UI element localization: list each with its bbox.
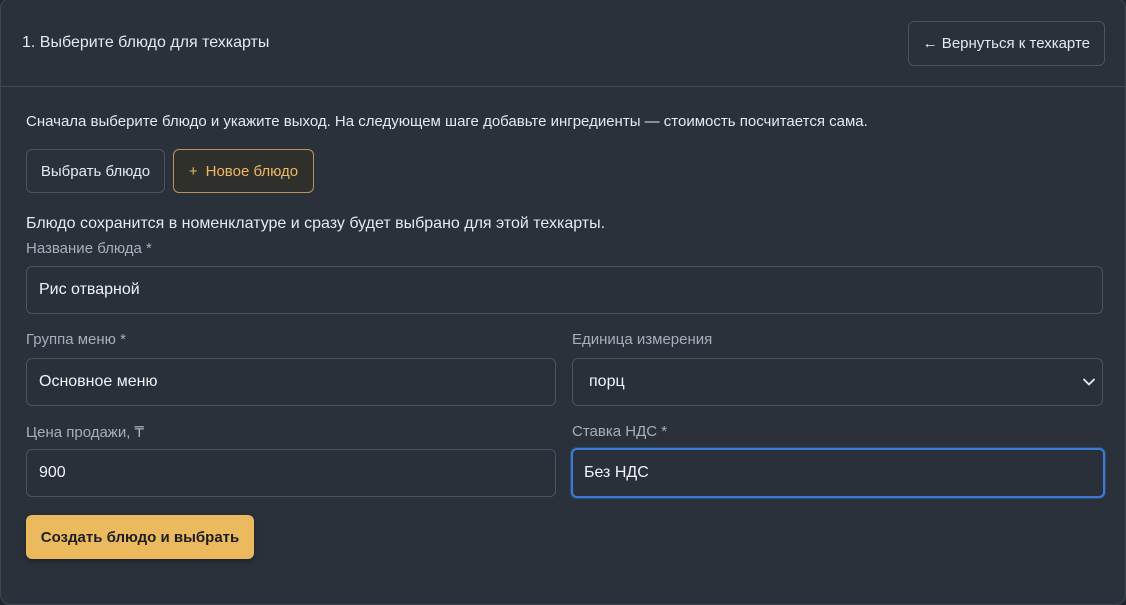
dish-card: 1. Выберите блюдо для техкарты ← Вернуть… (0, 0, 1126, 605)
create-dish-button[interactable]: Создать блюдо и выбрать (26, 515, 254, 559)
back-to-techcard-button[interactable]: ← Вернуться к техкарте (907, 21, 1105, 66)
dish-name-input[interactable]: Рис отварной (26, 266, 1103, 314)
new-dish-label: Новое блюдо (205, 162, 299, 180)
card-header: 1. Выберите блюдо для техкарты ← Вернуть… (1, 0, 1125, 87)
unit-select[interactable]: порц (572, 358, 1103, 406)
step-title: 1. Выберите блюдо для техкарты (22, 34, 270, 51)
plus-icon: + (188, 162, 198, 180)
unit-label: Единица измерения (572, 331, 713, 348)
vat-input[interactable]: Без НДС (571, 448, 1105, 498)
price-label: Цена продажи, ₸ (26, 424, 145, 441)
price-input[interactable]: 900 (26, 449, 556, 497)
menu-group-input[interactable]: Основное меню (26, 358, 556, 406)
hint-text: Сначала выберите блюдо и укажите выход. … (26, 113, 868, 130)
select-dish-button[interactable]: Выбрать блюдо (26, 149, 165, 193)
dish-name-label: Название блюда * (26, 240, 152, 257)
vat-label: Ставка НДС * (572, 423, 668, 440)
unit-select-value: порц (589, 373, 625, 390)
new-dish-button[interactable]: + Новое блюдо (173, 149, 314, 193)
save-note: Блюдо сохранится в номенклатуре и сразу … (26, 215, 606, 232)
menu-group-label: Группа меню * (26, 331, 126, 348)
chevron-down-icon (1082, 375, 1096, 389)
